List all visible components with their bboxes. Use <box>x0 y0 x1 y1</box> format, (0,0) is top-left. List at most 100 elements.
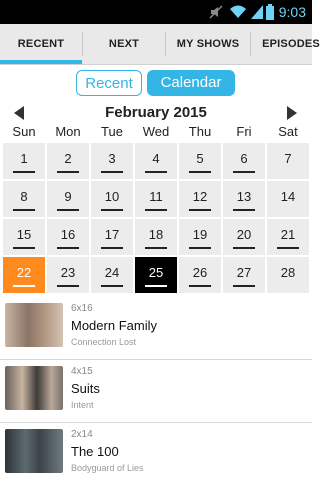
day-number: 22 <box>16 265 32 280</box>
next-month-icon[interactable] <box>287 106 297 120</box>
event-marker <box>233 209 255 211</box>
calendar-day[interactable]: 14 <box>267 181 309 217</box>
calendar-day[interactable]: 21 <box>267 219 309 255</box>
calendar-day[interactable]: 27 <box>223 257 265 293</box>
day-number: 14 <box>280 189 296 204</box>
status-bar: 9:03 <box>0 0 312 24</box>
day-number: 19 <box>192 227 208 242</box>
list-item[interactable]: 6x16 Modern Family Connection Lost <box>0 297 312 360</box>
tab-recent[interactable]: RECENT <box>0 24 82 64</box>
month-title: February 2015 <box>105 104 207 121</box>
day-number: 25 <box>148 265 164 280</box>
day-number: 7 <box>284 151 292 166</box>
day-number: 5 <box>196 151 204 166</box>
calendar-day[interactable]: 18 <box>135 219 177 255</box>
month-navigation: February 2015 <box>0 102 312 124</box>
event-marker <box>13 247 35 249</box>
day-number: 4 <box>152 151 160 166</box>
calendar-day[interactable]: 6 <box>223 143 265 179</box>
list-item[interactable]: 4x15 Suits Intent <box>0 360 312 423</box>
day-number: 8 <box>20 189 28 204</box>
calendar-day[interactable]: 11 <box>135 181 177 217</box>
event-marker <box>13 171 35 173</box>
calendar-day[interactable]: 19 <box>179 219 221 255</box>
day-number: 2 <box>64 151 72 166</box>
event-marker <box>189 285 211 287</box>
recent-toggle-button[interactable]: Recent <box>76 70 142 96</box>
calendar-day[interactable]: 13 <box>223 181 265 217</box>
battery-icon <box>266 4 274 20</box>
day-number: 24 <box>104 265 120 280</box>
day-number: 9 <box>64 189 72 204</box>
tab-indicator <box>0 60 82 64</box>
event-marker <box>57 247 79 249</box>
calendar-day[interactable]: 7 <box>267 143 309 179</box>
calendar-day[interactable]: 10 <box>91 181 133 217</box>
day-number: 3 <box>108 151 116 166</box>
event-marker <box>57 285 79 287</box>
event-marker <box>57 209 79 211</box>
calendar-day[interactable]: 23 <box>47 257 89 293</box>
day-number: 6 <box>240 151 248 166</box>
day-number: 10 <box>104 189 120 204</box>
weekday-label: Tue <box>101 124 123 139</box>
day-number: 15 <box>16 227 32 242</box>
day-number: 28 <box>280 265 296 280</box>
episode-number: 4x15 <box>71 366 93 377</box>
calendar-day[interactable]: 17 <box>91 219 133 255</box>
day-number: 11 <box>149 189 163 204</box>
tab-my-shows[interactable]: MY SHOWS <box>166 24 250 64</box>
event-marker <box>145 285 167 287</box>
signal-icon <box>251 5 263 19</box>
calendar-day[interactable]: 5 <box>179 143 221 179</box>
tab-bar: RECENT NEXT MY SHOWS EPISODES <box>0 24 320 65</box>
event-marker <box>101 171 123 173</box>
event-marker <box>233 285 255 287</box>
episode-title: Bodyguard of Lies <box>71 463 144 473</box>
calendar-toggle-button[interactable]: Calendar <box>147 70 235 96</box>
show-title: The 100 <box>71 444 119 459</box>
event-marker <box>277 247 299 249</box>
event-marker <box>189 209 211 211</box>
episode-number: 6x16 <box>71 303 93 314</box>
calendar-day[interactable]: 16 <box>47 219 89 255</box>
day-number: 27 <box>236 265 252 280</box>
status-time: 9:03 <box>278 4 306 20</box>
calendar-day[interactable]: 12 <box>179 181 221 217</box>
day-number: 16 <box>60 227 76 242</box>
calendar-day[interactable]: 9 <box>47 181 89 217</box>
calendar-day[interactable]: 28 <box>267 257 309 293</box>
calendar-day-today[interactable]: 22 <box>3 257 45 293</box>
show-title: Suits <box>71 381 100 396</box>
tab-episodes[interactable]: EPISODES <box>251 24 320 64</box>
event-marker <box>13 209 35 211</box>
day-number: 17 <box>104 227 120 242</box>
day-number: 1 <box>20 151 28 166</box>
event-marker <box>145 209 167 211</box>
calendar-day[interactable]: 4 <box>135 143 177 179</box>
calendar-day[interactable]: 1 <box>3 143 45 179</box>
calendar-day-selected[interactable]: 25 <box>135 257 177 293</box>
list-item[interactable]: 2x14 The 100 Bodyguard of Lies <box>0 423 312 485</box>
calendar-day[interactable]: 20 <box>223 219 265 255</box>
calendar-day[interactable]: 2 <box>47 143 89 179</box>
mute-icon <box>209 5 223 19</box>
calendar-day[interactable]: 3 <box>91 143 133 179</box>
show-thumbnail <box>5 366 63 410</box>
episode-title: Connection Lost <box>71 337 137 347</box>
calendar-day[interactable]: 8 <box>3 181 45 217</box>
day-number: 26 <box>192 265 208 280</box>
event-marker <box>101 247 123 249</box>
show-title: Modern Family <box>71 318 157 333</box>
episode-number: 2x14 <box>71 429 93 440</box>
tab-next[interactable]: NEXT <box>83 24 165 64</box>
event-marker <box>13 285 35 287</box>
day-number: 18 <box>148 227 164 242</box>
event-marker <box>233 171 255 173</box>
weekday-label: Fri <box>236 124 252 139</box>
episode-title: Intent <box>71 400 94 410</box>
wifi-icon <box>230 5 246 18</box>
calendar-day[interactable]: 26 <box>179 257 221 293</box>
calendar-day[interactable]: 15 <box>3 219 45 255</box>
calendar-day[interactable]: 24 <box>91 257 133 293</box>
